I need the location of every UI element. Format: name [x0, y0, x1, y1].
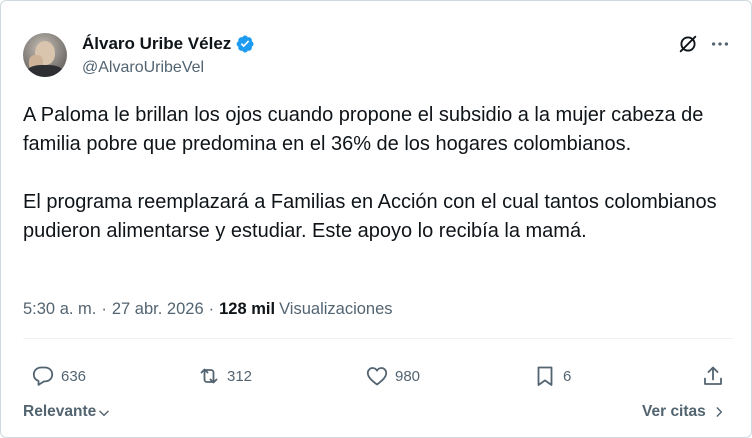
repost-icon — [200, 368, 218, 384]
sort-label: Relevante — [23, 403, 97, 420]
like-count: 980 — [395, 367, 421, 385]
tweet-meta: 5:30 a. m. · 27 abr. 2026 · 128 mil Visu… — [23, 300, 393, 319]
like-button[interactable]: 980 — [365, 358, 420, 394]
repost-count: 312 — [227, 367, 253, 385]
view-quotes-label: Ver citas — [642, 403, 706, 420]
tweet-card: Álvaro Uribe Vélez @AlvaroUribeVel A Pal… — [0, 0, 752, 438]
meta-separator: · — [208, 300, 215, 318]
tweet-paragraph: A Paloma le brillan los ojos cuando prop… — [23, 104, 704, 155]
tweet-footer: Relevante Ver citas — [1, 399, 752, 429]
verified-badge-icon[interactable] — [235, 34, 255, 54]
view-quotes-link[interactable]: Ver citas — [642, 403, 726, 421]
action-bar: 636 312 980 6 — [1, 358, 752, 394]
sort-dropdown[interactable]: Relevante — [23, 403, 111, 421]
grok-icon[interactable] — [677, 33, 699, 55]
divider — [23, 338, 733, 339]
author-name-row: Álvaro Uribe Vélez — [82, 33, 255, 55]
share-icon — [704, 366, 722, 385]
author-display-name[interactable]: Álvaro Uribe Vélez — [82, 34, 231, 54]
avatar-suit — [27, 65, 63, 77]
meta-separator: · — [101, 300, 107, 318]
reply-icon — [32, 366, 54, 386]
chevron-down-icon — [99, 410, 110, 417]
heart-icon — [366, 367, 388, 386]
bookmark-icon — [537, 366, 553, 386]
tweet-time[interactable]: 5:30 a. m. — [23, 300, 96, 319]
share-button[interactable] — [701, 358, 725, 394]
tweet-text: A Paloma le brillan los ojos cuando prop… — [23, 101, 735, 246]
chevron-right-icon — [716, 407, 722, 417]
bookmark-button[interactable]: 6 — [533, 358, 571, 394]
reply-count: 636 — [61, 367, 87, 385]
bookmark-count: 6 — [563, 367, 572, 385]
tweet-paragraph: El programa reemplazará a Familias en Ac… — [23, 191, 717, 242]
views-count: 128 mil — [219, 300, 276, 318]
more-icon[interactable] — [709, 33, 731, 55]
tweet-date[interactable]: 27 abr. 2026 — [112, 300, 204, 319]
author-avatar[interactable] — [23, 33, 67, 77]
repost-button[interactable]: 312 — [197, 358, 252, 394]
reply-button[interactable]: 636 — [31, 358, 86, 394]
author-handle[interactable]: @AlvaroUribeVel — [82, 59, 204, 77]
views-label: Visualizaciones — [279, 300, 393, 318]
